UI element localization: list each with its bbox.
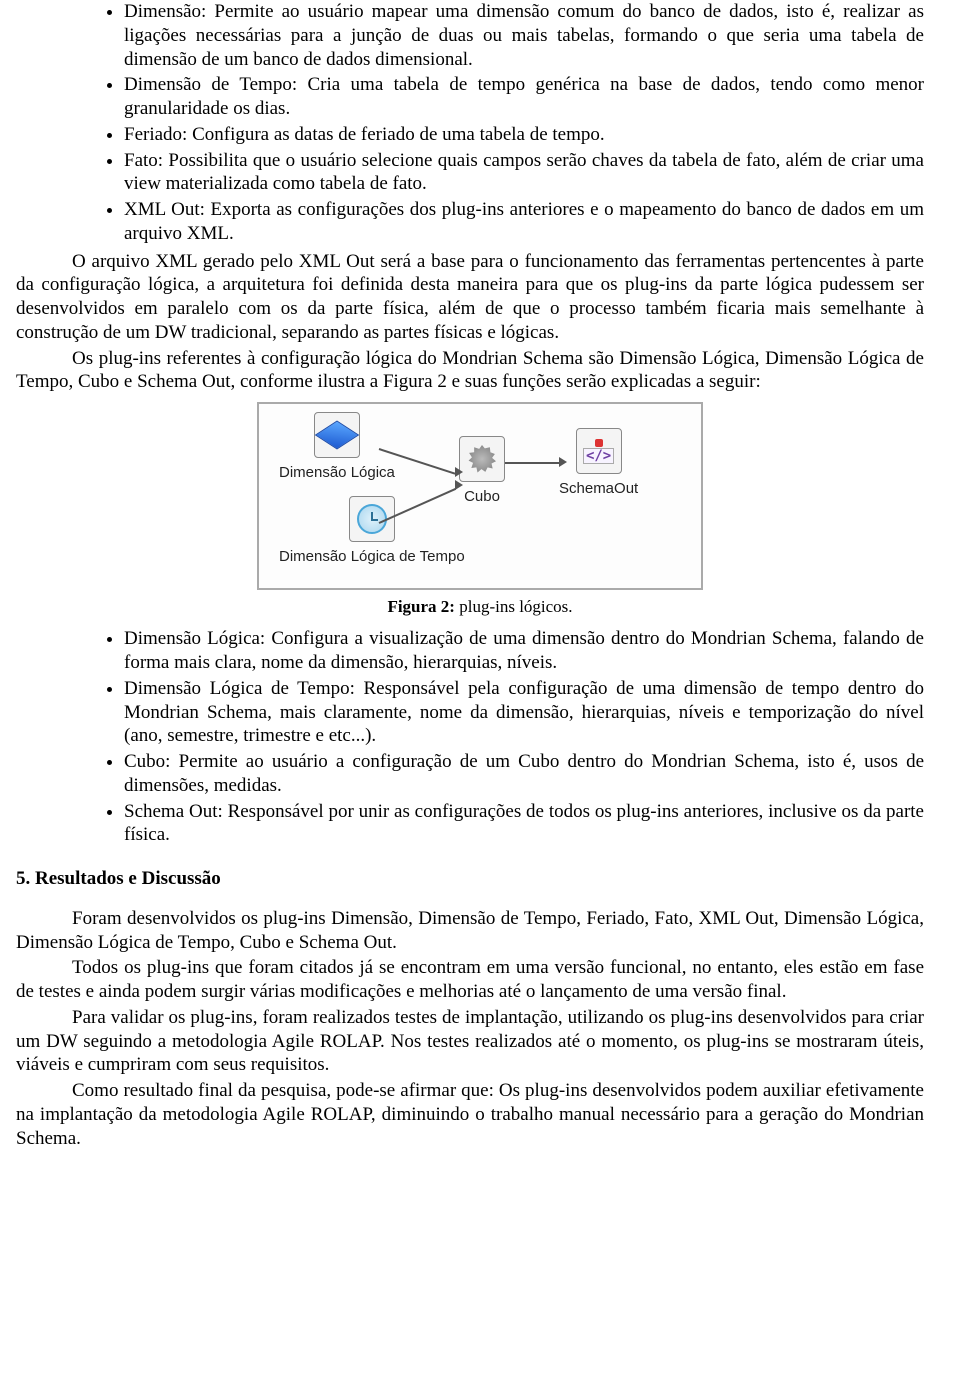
paragraph-validation-tests: Para validar os plug-ins, foram realizad… (16, 1006, 924, 1077)
cube-icon (314, 412, 360, 458)
list-item: Dimensão: Permite ao usuário mapear uma … (124, 0, 944, 71)
paragraph-xml-out: O arquivo XML gerado pelo XML Out será a… (16, 250, 924, 345)
caption-text: plug-ins lógicos. (455, 597, 573, 616)
list-item: Dimensão Lógica de Tempo: Responsável pe… (124, 677, 944, 748)
bullet-list-logical-plugins: Dimensão Lógica: Configura a visualizaçã… (16, 627, 944, 847)
paragraph-final-result: Como resultado final da pesquisa, pode-s… (16, 1079, 924, 1150)
node-schema-out: </> SchemaOut (559, 428, 638, 499)
node-cubo: Cubo (459, 436, 505, 507)
node-label: Cubo (464, 488, 500, 507)
list-item: Dimensão Lógica: Configura a visualizaçã… (124, 627, 944, 675)
node-label: Dimensão Lógica de Tempo (279, 548, 465, 567)
list-item: Schema Out: Responsável por unir as conf… (124, 800, 944, 848)
connector-line (505, 462, 561, 464)
node-dimensao-logica-tempo: Dimensão Lógica de Tempo (279, 496, 465, 567)
node-label: SchemaOut (559, 480, 638, 499)
gears-icon (459, 436, 505, 482)
paragraph-logical-plugins-intro: Os plug-ins referentes à configuração ló… (16, 347, 924, 395)
list-item: Feriado: Configura as datas de feriado d… (124, 123, 944, 147)
arrow-icon (559, 457, 567, 467)
section-5-heading: 5. Resultados e Discussão (16, 867, 944, 891)
figure-2-caption: Figura 2: plug-ins lógicos. (387, 596, 572, 617)
node-dimensao-logica: Dimensão Lógica (279, 412, 395, 483)
caption-bold: Figura 2: (387, 597, 455, 616)
list-item: XML Out: Exporta as configurações dos pl… (124, 198, 944, 246)
bullet-list-physical-plugins: Dimensão: Permite ao usuário mapear uma … (16, 0, 944, 246)
arrow-icon (455, 480, 463, 490)
paragraph-testing-phase: Todos os plug-ins que foram citados já s… (16, 956, 924, 1004)
schema-out-icon: </> (576, 428, 622, 474)
node-label: Dimensão Lógica (279, 464, 395, 483)
list-item: Dimensão de Tempo: Cria uma tabela de te… (124, 73, 944, 121)
list-item: Cubo: Permite ao usuário a configuração … (124, 750, 944, 798)
figure-2-diagram: Dimensão Lógica Dimensão Lógica de Tempo… (257, 402, 703, 590)
paragraph-developed-plugins: Foram desenvolvidos os plug-ins Dimensão… (16, 907, 924, 955)
arrow-icon (455, 467, 463, 477)
list-item: Fato: Possibilita que o usuário selecion… (124, 149, 944, 197)
figure-2-container: Dimensão Lógica Dimensão Lógica de Tempo… (16, 402, 944, 617)
